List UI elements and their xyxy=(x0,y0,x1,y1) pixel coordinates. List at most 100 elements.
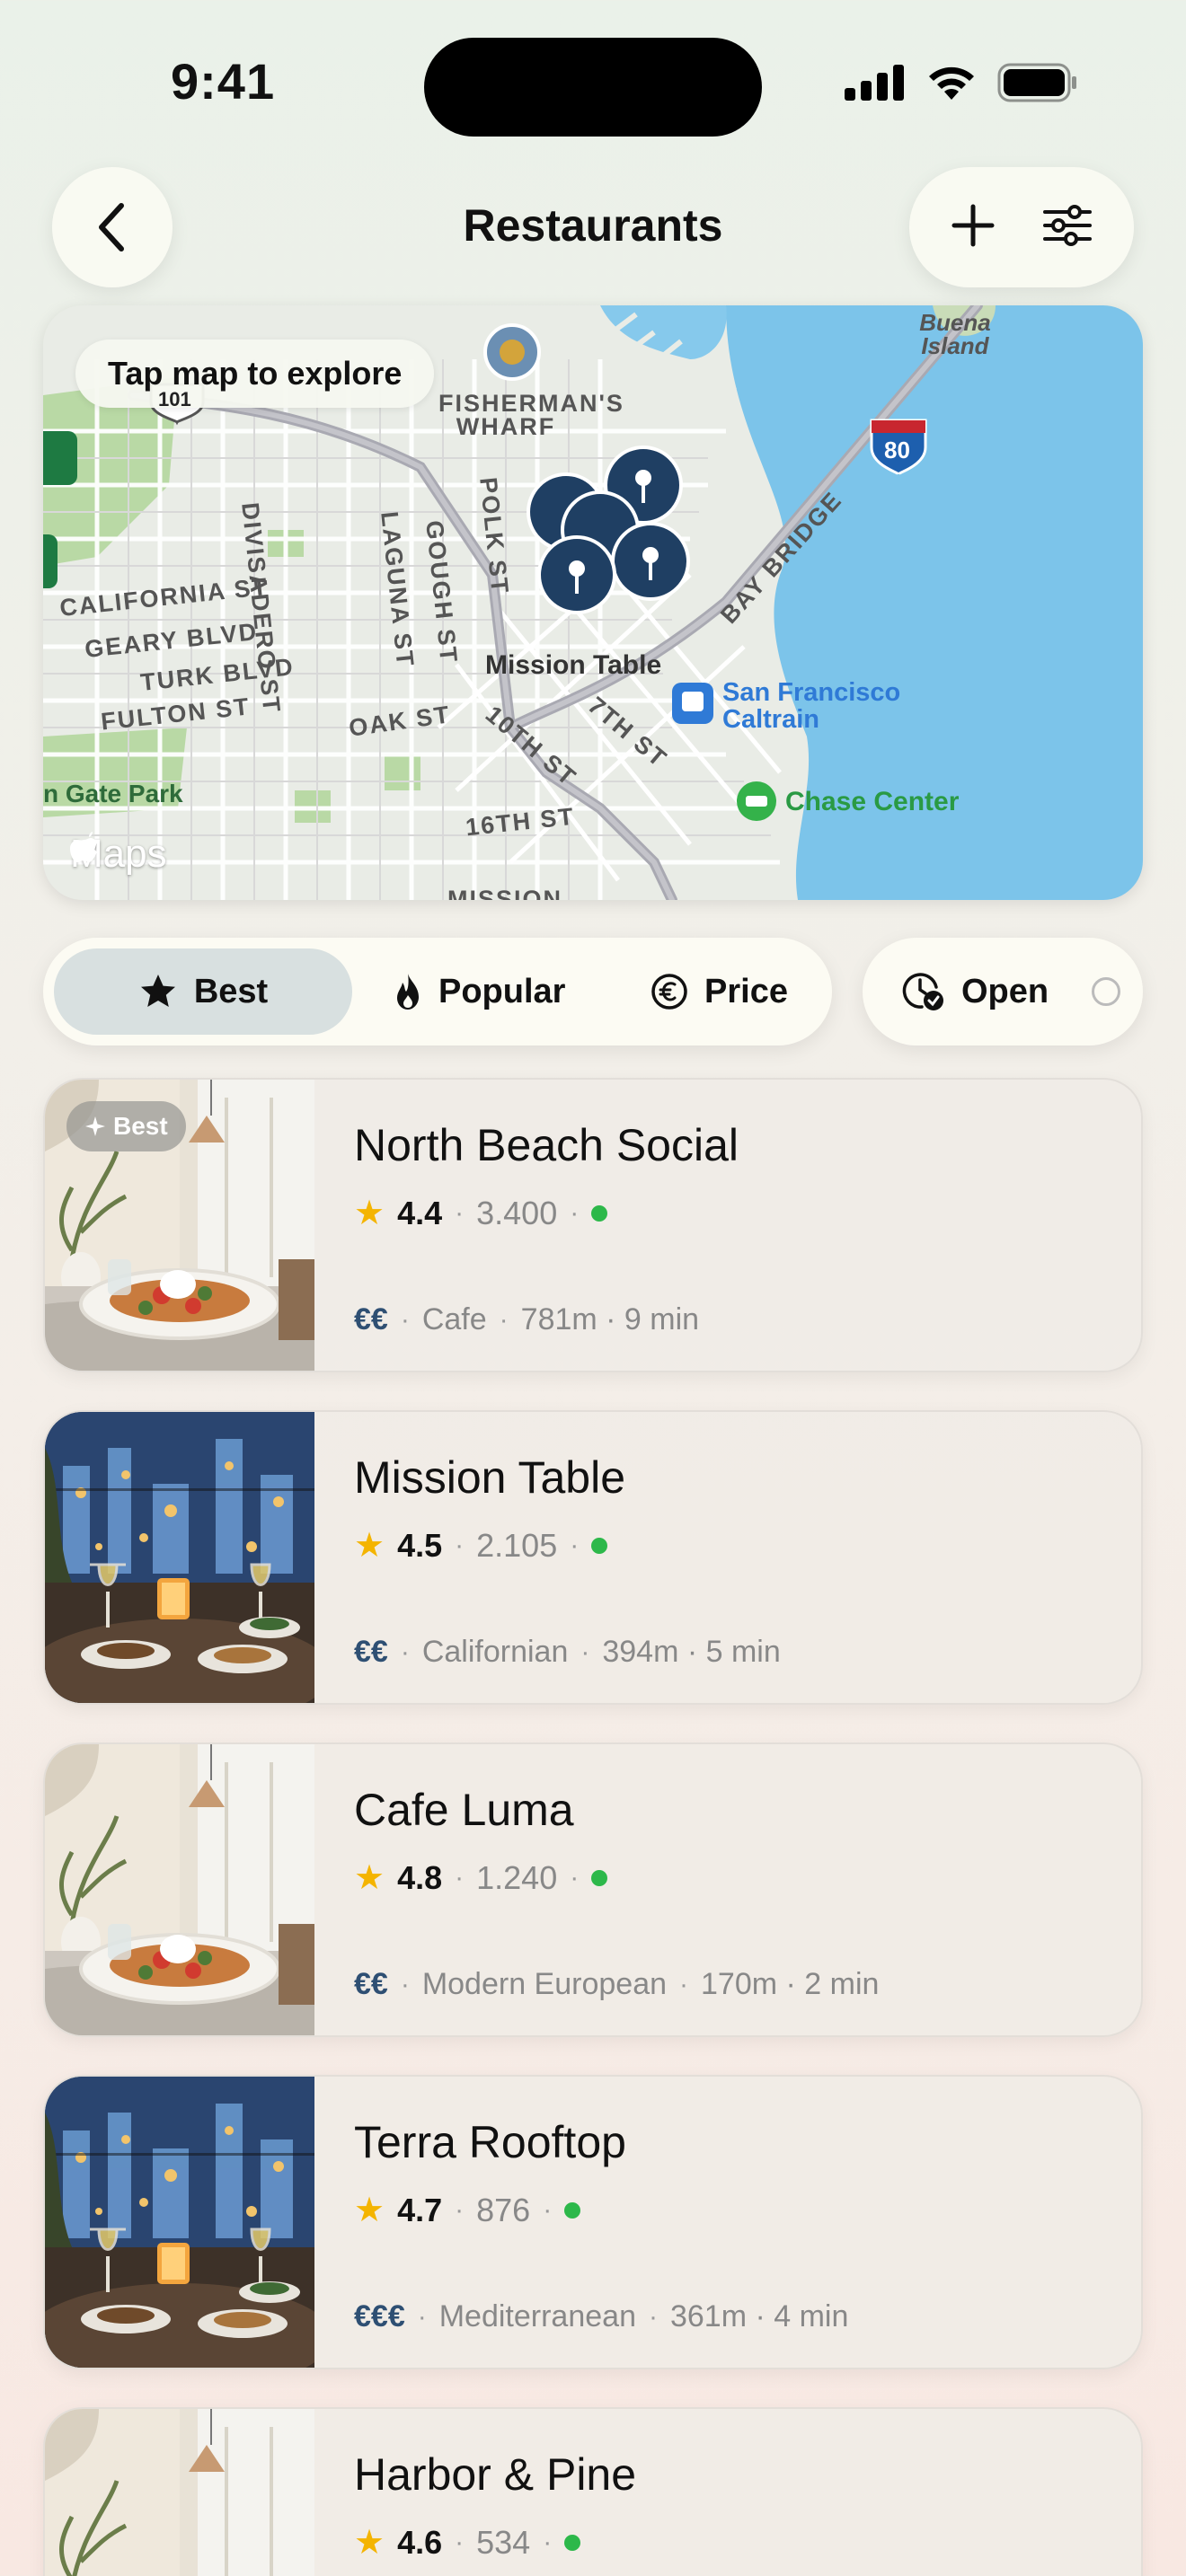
sort-segmented-control: Best Popular Price xyxy=(43,938,832,1045)
cuisine: Cafe xyxy=(421,1302,487,1337)
separator: · xyxy=(455,1197,465,1228)
meta-row: €€€ · Mediterranean · 361m · 4 min xyxy=(354,2299,848,2334)
star-icon: ★ xyxy=(354,1527,385,1565)
map-view[interactable]: Tap map to explore CALIFORNIA ST GEARY B… xyxy=(43,305,1143,900)
map-pin-label[interactable]: Mission Table xyxy=(485,652,661,679)
header-actions xyxy=(909,167,1134,287)
separator: · xyxy=(455,2527,465,2557)
separator: · xyxy=(543,2194,553,2225)
restaurant-card[interactable]: Harbor & Pine ★ 4.6 · 534 · xyxy=(43,2407,1143,2576)
open-status-dot xyxy=(564,2534,581,2551)
rating-row: ★ 4.8 · 1.240 · xyxy=(354,1857,608,1898)
apple-maps-logo: Maps xyxy=(70,832,167,877)
rating-value: 4.4 xyxy=(397,1194,443,1231)
restaurant-photo xyxy=(45,2077,314,2368)
open-status-dot xyxy=(591,1537,608,1554)
tab-best[interactable]: Best xyxy=(54,948,352,1035)
restaurant-card[interactable]: Mission Table ★ 4.5 · 2.105 · €€ · Californian · 3… xyxy=(43,1410,1143,1705)
map-district-label: MISSION xyxy=(447,886,563,900)
add-button[interactable] xyxy=(951,203,996,252)
wifi-icon xyxy=(929,66,974,100)
distance-time: 781m · 9 min xyxy=(520,1302,700,1337)
open-status-dot xyxy=(564,2201,581,2219)
rating-value: 4.7 xyxy=(397,2191,443,2228)
rating-value: 4.5 xyxy=(397,1526,443,1564)
star-icon: ★ xyxy=(354,2524,385,2562)
best-badge-label: Best xyxy=(113,1112,168,1140)
review-count: 2.105 xyxy=(476,1526,558,1564)
separator: · xyxy=(455,1862,465,1892)
rating-value: 4.6 xyxy=(397,2523,443,2561)
tab-popular-label: Popular xyxy=(438,972,566,1010)
status-time: 9:41 xyxy=(171,53,276,110)
open-status-dot xyxy=(591,1869,608,1886)
sparkle-icon xyxy=(85,1116,105,1136)
tab-price-label: Price xyxy=(704,972,788,1010)
status-bar: 9:41 xyxy=(0,0,1186,171)
restaurant-card[interactable]: Terra Rooftop ★ 4.7 · 876 · €€€ · Mediterranean ·… xyxy=(43,2075,1143,2369)
review-count: 3.400 xyxy=(476,1194,558,1231)
rating-row: ★ 4.7 · 876 · xyxy=(354,2190,581,2230)
separator: · xyxy=(679,1969,689,1999)
price-level: €€ xyxy=(354,1967,388,2001)
restaurant-photo xyxy=(45,1412,314,1703)
open-now-radio[interactable] xyxy=(1092,977,1121,1006)
map-park-label: n Gate Park xyxy=(43,780,183,807)
tab-price[interactable]: Price xyxy=(651,948,788,1035)
restaurant-name: Mission Table xyxy=(354,1452,626,1503)
separator: · xyxy=(499,1304,509,1335)
separator: · xyxy=(400,1969,410,1999)
separator: · xyxy=(400,1636,410,1667)
cuisine: Californian xyxy=(421,1635,569,1669)
open-now-label: Open xyxy=(961,972,1049,1010)
cuisine: Modern European xyxy=(421,1967,668,2001)
clock-check-icon xyxy=(902,973,943,1010)
price-level: €€ xyxy=(354,1635,388,1669)
restaurant-card[interactable]: Best North Beach Social ★ 4.4 · 3.400 · €€ · Cafe… xyxy=(43,1078,1143,1372)
map-poi-caltrain[interactable]: San Francisco Caltrain xyxy=(722,679,947,733)
map-explore-chip[interactable]: Tap map to explore xyxy=(75,340,435,408)
sliders-icon xyxy=(1043,204,1092,246)
open-status-dot xyxy=(591,1204,608,1222)
restaurant-name: Harbor & Pine xyxy=(354,2449,637,2500)
highway-101-shield-label: 101 xyxy=(158,388,191,410)
review-count: 876 xyxy=(476,2191,531,2228)
separator: · xyxy=(455,1530,465,1560)
tab-popular[interactable]: Popular xyxy=(394,948,565,1035)
separator: · xyxy=(580,1636,590,1667)
cuisine: Mediterranean xyxy=(438,2299,636,2333)
separator: · xyxy=(570,1530,580,1560)
meta-row: €€ · Modern European · 170m · 2 min xyxy=(354,1967,879,2002)
open-now-toggle[interactable]: Open xyxy=(863,938,1143,1045)
euro-icon xyxy=(651,974,687,1010)
flame-icon xyxy=(397,974,419,1010)
tab-best-label: Best xyxy=(193,972,269,1010)
restaurant-photo xyxy=(45,2409,314,2576)
star-icon: ★ xyxy=(354,2192,385,2229)
best-badge: Best xyxy=(66,1101,186,1151)
map-district-label: FISHERMAN'S WHARF xyxy=(438,390,624,440)
rating-row: ★ 4.6 · 534 · xyxy=(354,2522,581,2563)
status-icons xyxy=(845,63,1078,102)
interstate-80-shield-label: 80 xyxy=(884,437,910,463)
price-level: €€ xyxy=(354,1302,388,1337)
restaurant-card[interactable]: Cafe Luma ★ 4.8 · 1.240 · €€ · Modern European · 1… xyxy=(43,1742,1143,2037)
review-count: 1.240 xyxy=(476,1858,558,1896)
cellular-signal-icon xyxy=(845,65,904,101)
dynamic-island xyxy=(424,38,762,137)
separator: · xyxy=(455,2194,465,2225)
separator: · xyxy=(648,2301,658,2332)
filter-settings-button[interactable] xyxy=(1042,203,1093,252)
star-icon xyxy=(140,975,175,1007)
rating-row: ★ 4.5 · 2.105 · xyxy=(354,1525,608,1566)
plus-icon xyxy=(951,204,995,246)
star-icon: ★ xyxy=(354,1859,385,1897)
restaurant-name: North Beach Social xyxy=(354,1120,739,1170)
meta-row: €€ · Californian · 394m · 5 min xyxy=(354,1635,781,1670)
separator: · xyxy=(400,1304,410,1335)
separator: · xyxy=(570,1197,580,1228)
separator: · xyxy=(570,1862,580,1892)
map-poi-chase-center[interactable]: Chase Center xyxy=(785,789,959,816)
price-level: €€€ xyxy=(354,2299,405,2333)
apple-logo-icon xyxy=(70,832,97,862)
